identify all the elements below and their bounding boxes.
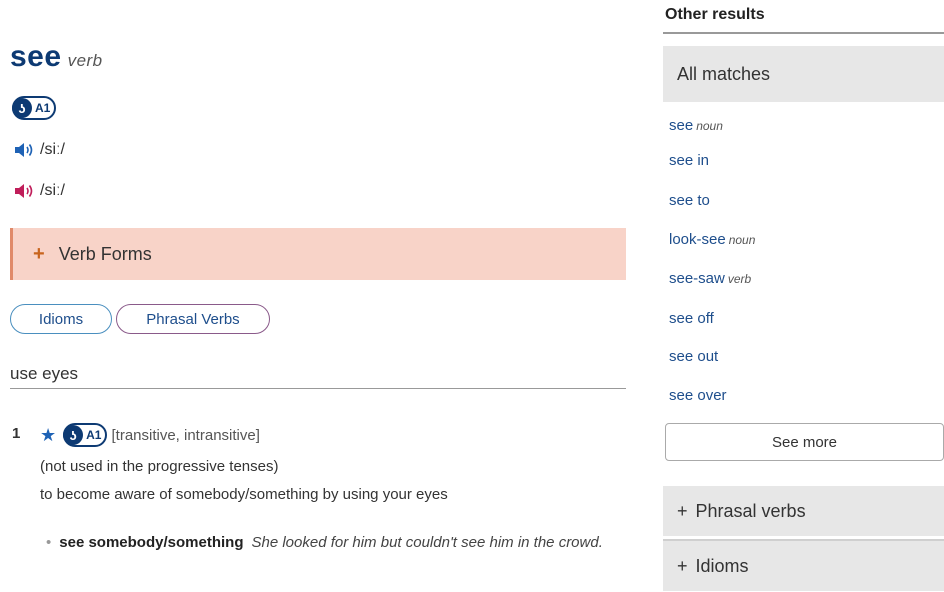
plus-icon: + xyxy=(677,555,688,576)
level-badge[interactable]: ʖ A1 xyxy=(12,96,57,120)
result-pos: verb xyxy=(727,272,752,286)
result-link[interactable]: see out xyxy=(669,348,718,365)
usage-note: (not used in the progressive tenses) xyxy=(40,458,279,475)
idioms-toggle[interactable]: + Idioms xyxy=(663,541,944,591)
idioms-button[interactable]: Idioms xyxy=(10,304,112,334)
all-matches-header[interactable]: All matches xyxy=(663,46,944,102)
result-word[interactable]: see-saw xyxy=(669,270,725,287)
oxford-3000-badge[interactable]: ʖ A1 xyxy=(63,423,108,447)
grammar-label: [transitive, intransitive] xyxy=(111,426,260,444)
idioms-label: Idioms xyxy=(695,555,749,576)
result-link[interactable]: see to xyxy=(669,192,710,209)
section-divider xyxy=(10,388,626,389)
result-word[interactable]: see over xyxy=(669,387,727,404)
result-link[interactable]: see off xyxy=(669,310,714,327)
sense-number: 1 xyxy=(12,425,21,442)
oxford-3000-key-icon: ʖ xyxy=(63,425,84,445)
section-heading: use eyes xyxy=(10,364,79,383)
cefr-level: A1 xyxy=(35,101,51,115)
part-of-speech: verb xyxy=(67,51,103,70)
entry-panel: see verb ʖ A1 /siː/ /siː/ + Verb Forms Id… xyxy=(0,0,640,592)
pronunciation-american: /siː/ xyxy=(14,182,65,200)
pronunciation-british: /siː/ xyxy=(14,141,65,159)
other-results-sidebar: Other results All matches see noun see in… xyxy=(663,0,944,592)
result-link[interactable]: see-saw verb xyxy=(669,270,751,287)
result-word[interactable]: look-see xyxy=(669,231,726,248)
phrasal-verbs-toggle[interactable]: + Phrasal verbs xyxy=(663,486,944,536)
result-pos: noun xyxy=(728,233,756,247)
result-word[interactable]: see to xyxy=(669,192,710,209)
ipa-american: /siː/ xyxy=(40,182,65,199)
result-link[interactable]: look-see noun xyxy=(669,231,755,248)
speaker-american-icon[interactable] xyxy=(14,182,36,200)
sidebar-title-divider xyxy=(663,32,944,34)
result-word[interactable]: see off xyxy=(669,310,714,327)
speaker-british-icon[interactable] xyxy=(14,141,36,159)
result-word[interactable]: see out xyxy=(669,348,718,365)
sidebar-title: Other results xyxy=(665,6,765,23)
result-link[interactable]: see in xyxy=(669,152,709,169)
oxford-3000-key-icon: ʖ xyxy=(12,98,32,118)
bullet: • xyxy=(46,534,52,551)
cefr-level: A1 xyxy=(86,428,102,442)
result-pos: noun xyxy=(696,119,723,133)
result-link[interactable]: see noun xyxy=(669,117,723,134)
plus-icon: + xyxy=(33,242,45,265)
result-link[interactable]: see over xyxy=(669,387,727,404)
result-word[interactable]: see xyxy=(669,117,693,134)
phrasal-verbs-button[interactable]: Phrasal Verbs xyxy=(116,304,270,334)
star-icon: ★ xyxy=(40,424,57,445)
example-sentence: • see somebody/something She looked for hi… xyxy=(46,530,626,555)
headword-text: see xyxy=(10,40,62,73)
oxford-3000-badge[interactable]: ʖ A1 xyxy=(12,96,57,120)
verb-forms-toggle[interactable]: + Verb Forms xyxy=(10,228,626,280)
result-word[interactable]: see in xyxy=(669,152,709,169)
sense-header: ★ ʖ A1 [transitive, intransitive] xyxy=(40,423,260,447)
verb-forms-label: Verb Forms xyxy=(58,243,152,264)
plus-icon: + xyxy=(677,500,688,521)
ipa-british: /siː/ xyxy=(40,141,65,158)
example-text: She looked for him but couldn't see him … xyxy=(251,534,603,551)
collocation-pattern: see somebody/something xyxy=(59,534,244,551)
phrasal-verbs-label: Phrasal verbs xyxy=(695,500,806,521)
see-more-button[interactable]: See more xyxy=(665,423,944,461)
definition: to become aware of somebody/something by… xyxy=(40,486,448,503)
headword: see verb xyxy=(10,40,103,74)
